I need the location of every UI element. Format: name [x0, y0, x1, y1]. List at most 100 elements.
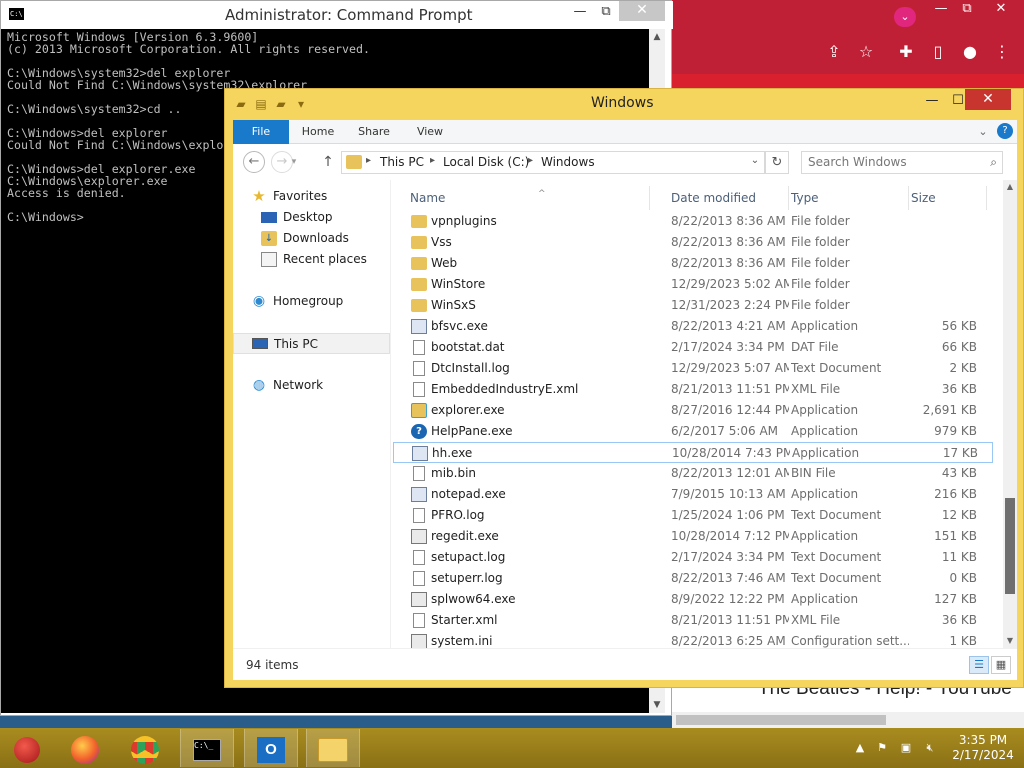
address-dropdown-chevron-icon[interactable]: ⌄	[748, 155, 762, 166]
share-icon[interactable]: ⇪	[824, 42, 844, 62]
customize-chevron-icon[interactable]: ▾	[293, 96, 309, 112]
file-row[interactable]: setuperr.log 8/22/2013 7:46 AM Text Docume…	[393, 568, 993, 589]
column-header-name[interactable]: Name ^	[410, 186, 650, 210]
recent-locations-chevron-icon[interactable]: ▾	[287, 153, 301, 171]
volume-muted-icon[interactable]: 🔇︎	[922, 741, 938, 755]
search-box[interactable]: ⌕	[801, 151, 1003, 174]
file-name: Web	[431, 256, 458, 270]
chrome-horizontal-scrollbar[interactable]	[672, 712, 1024, 728]
file-row[interactable]: WinStore 12/29/2023 5:02 AM File folder	[393, 274, 993, 295]
file-row[interactable]: notepad.exe 7/9/2015 10:13 AM Application 2…	[393, 484, 993, 505]
file-row[interactable]: splwow64.exe 8/9/2022 12:22 PM Application…	[393, 589, 993, 610]
details-view-icon[interactable]: ☰	[969, 656, 989, 674]
file-date-modified: 2/17/2024 3:34 PM	[671, 340, 785, 354]
file-row[interactable]: bootstat.dat 2/17/2024 3:34 PM DAT File 66 …	[393, 337, 993, 358]
taskbar-file-explorer[interactable]	[306, 729, 360, 767]
file-size: 1 KB	[949, 634, 977, 648]
nav-this-pc[interactable]: This PC	[233, 333, 390, 354]
tab-home[interactable]: Home	[293, 120, 343, 144]
column-header-size[interactable]: Size	[911, 186, 987, 210]
explorer-minimize-button[interactable]: —	[919, 91, 945, 111]
file-row[interactable]: EmbeddedIndustryE.xml 8/21/2013 11:51 PM X…	[393, 379, 993, 400]
folder-icon[interactable]: ▰	[233, 96, 249, 112]
breadcrumb-separator-icon[interactable]: ▸	[430, 155, 435, 166]
file-row[interactable]: vpnplugins 8/22/2013 8:36 AM File folder	[393, 211, 993, 232]
file-row[interactable]: system.ini 8/22/2013 6:25 AM Configuration…	[393, 631, 993, 648]
taskbar-firefox[interactable]	[58, 729, 112, 767]
show-hidden-icons-chevron-icon[interactable]: ▲	[852, 741, 868, 755]
tab-file[interactable]: File	[233, 120, 289, 144]
refresh-button[interactable]: ↻	[765, 151, 789, 174]
file-row[interactable]: PFRO.log 1/25/2024 1:06 PM Text Document 12…	[393, 505, 993, 526]
nav-recent-places[interactable]: Recent places	[233, 249, 390, 270]
chrome-scroll-thumb[interactable]	[676, 715, 886, 725]
properties-icon[interactable]: ▤	[253, 96, 269, 112]
tab-search-chevron-icon[interactable]: ⌄	[894, 7, 916, 27]
file-row[interactable]: hh.exe 10/28/2014 7:43 PM Application 17 KB	[393, 442, 993, 463]
nav-network[interactable]: ◍ Network	[233, 375, 390, 396]
search-icon[interactable]: ⌕	[990, 155, 997, 170]
column-header-date[interactable]: Date modified	[671, 186, 789, 210]
scroll-down-arrow-icon[interactable]: ▼	[649, 697, 665, 713]
side-panel-icon[interactable]: ▯	[928, 42, 948, 62]
large-icons-view-icon[interactable]: ▦	[991, 656, 1011, 674]
extensions-icon[interactable]: ✚	[896, 42, 916, 62]
file-row[interactable]: regedit.exe 10/28/2014 7:12 PM Application…	[393, 526, 993, 547]
file-row[interactable]: WinSxS 12/31/2023 2:24 PM File folder	[393, 295, 993, 316]
nav-desktop[interactable]: Desktop	[233, 207, 390, 228]
action-center-icon[interactable]: ⚑	[874, 741, 890, 755]
address-bar[interactable]: ▸ This PC ▸ Local Disk (C:) ▸ Windows ⌄	[341, 151, 765, 174]
breadcrumb-this-pc[interactable]: This PC	[380, 155, 424, 169]
cmd-restore-button[interactable]: ⧉	[593, 3, 619, 21]
chrome-menu-icon[interactable]: ⋮	[992, 42, 1012, 62]
bookmark-star-icon[interactable]: ☆	[856, 42, 876, 62]
help-icon[interactable]: ?	[997, 123, 1013, 139]
explorer-title-bar[interactable]: ▰ ▤ ▰ ▾ Windows — ☐ ✕	[225, 89, 1023, 119]
breadcrumb-local-disk[interactable]: Local Disk (C:)	[443, 155, 529, 169]
scroll-thumb[interactable]	[1005, 498, 1015, 594]
taskbar-command-prompt[interactable]: C:\_	[180, 729, 234, 767]
file-row[interactable]: Starter.xml 8/21/2013 11:51 PM XML File 36 …	[393, 610, 993, 631]
explorer-close-button[interactable]: ✕	[965, 89, 1011, 110]
tab-view[interactable]: View	[405, 120, 455, 144]
expand-ribbon-chevron-icon[interactable]: ⌄	[975, 124, 991, 140]
file-row[interactable]: explorer.exe 8/27/2016 12:44 PM Applicatio…	[393, 400, 993, 421]
file-row[interactable]: Vss 8/22/2013 8:36 AM File folder	[393, 232, 993, 253]
file-row[interactable]: ? HelpPane.exe 6/2/2017 5:06 AM Application…	[393, 421, 993, 442]
cmd-window-icon[interactable]: C:\.	[9, 8, 27, 20]
breadcrumb-separator-icon[interactable]: ▸	[366, 155, 371, 166]
search-input[interactable]	[808, 155, 978, 169]
nav-downloads[interactable]: ↓ Downloads	[233, 228, 390, 249]
nav-homegroup[interactable]: ◉ Homegroup	[233, 291, 390, 312]
tab-share[interactable]: Share	[349, 120, 399, 144]
cmd-close-button[interactable]: ✕	[619, 1, 665, 21]
scroll-down-arrow-icon[interactable]: ▼	[1003, 634, 1017, 648]
chrome-restore-button[interactable]: ⧉	[954, 0, 980, 18]
scroll-up-arrow-icon[interactable]: ▲	[649, 29, 665, 45]
start-ornament-icon[interactable]	[0, 729, 54, 767]
up-button[interactable]: ↑	[319, 152, 337, 172]
chrome-close-button[interactable]: ✕	[988, 0, 1014, 18]
cmd-title-bar[interactable]: C:\. Administrator: Command Prompt — ⧉ ✕	[1, 1, 673, 29]
network-tray-icon[interactable]: ▣	[898, 741, 914, 755]
taskbar-chrome[interactable]	[118, 729, 172, 767]
chrome-minimize-button[interactable]: —	[928, 0, 954, 18]
file-row[interactable]: setupact.log 2/17/2024 3:34 PM Text Docume…	[393, 547, 993, 568]
file-row[interactable]: bfsvc.exe 8/22/2013 4:21 AM Application 56 …	[393, 316, 993, 337]
file-row[interactable]: DtcInstall.log 12/29/2023 5:07 AM Text Doc…	[393, 358, 993, 379]
taskbar-clock[interactable]: 3:35 PM 2/17/2024	[950, 733, 1016, 763]
file-row[interactable]: mib.bin 8/22/2013 12:01 AM BIN File 43 KB	[393, 463, 993, 484]
cmd-minimize-button[interactable]: —	[567, 3, 593, 21]
new-folder-icon[interactable]: ▰	[273, 96, 289, 112]
back-button[interactable]: ←	[243, 151, 265, 173]
nav-favorites[interactable]: ★ Favorites	[233, 186, 390, 207]
profile-avatar-icon[interactable]: ●	[960, 42, 980, 62]
file-list-scrollbar[interactable]: ▲ ▼	[1003, 180, 1017, 648]
column-header-type[interactable]: Type	[791, 186, 909, 210]
file-row[interactable]: Web 8/22/2013 8:36 AM File folder	[393, 253, 993, 274]
breadcrumb-separator-icon[interactable]: ▸	[528, 155, 533, 166]
scroll-up-arrow-icon[interactable]: ▲	[1003, 180, 1017, 194]
breadcrumb-windows[interactable]: Windows	[541, 155, 595, 169]
taskbar-outlook[interactable]: O	[244, 729, 298, 767]
file-size: 2 KB	[949, 361, 977, 375]
